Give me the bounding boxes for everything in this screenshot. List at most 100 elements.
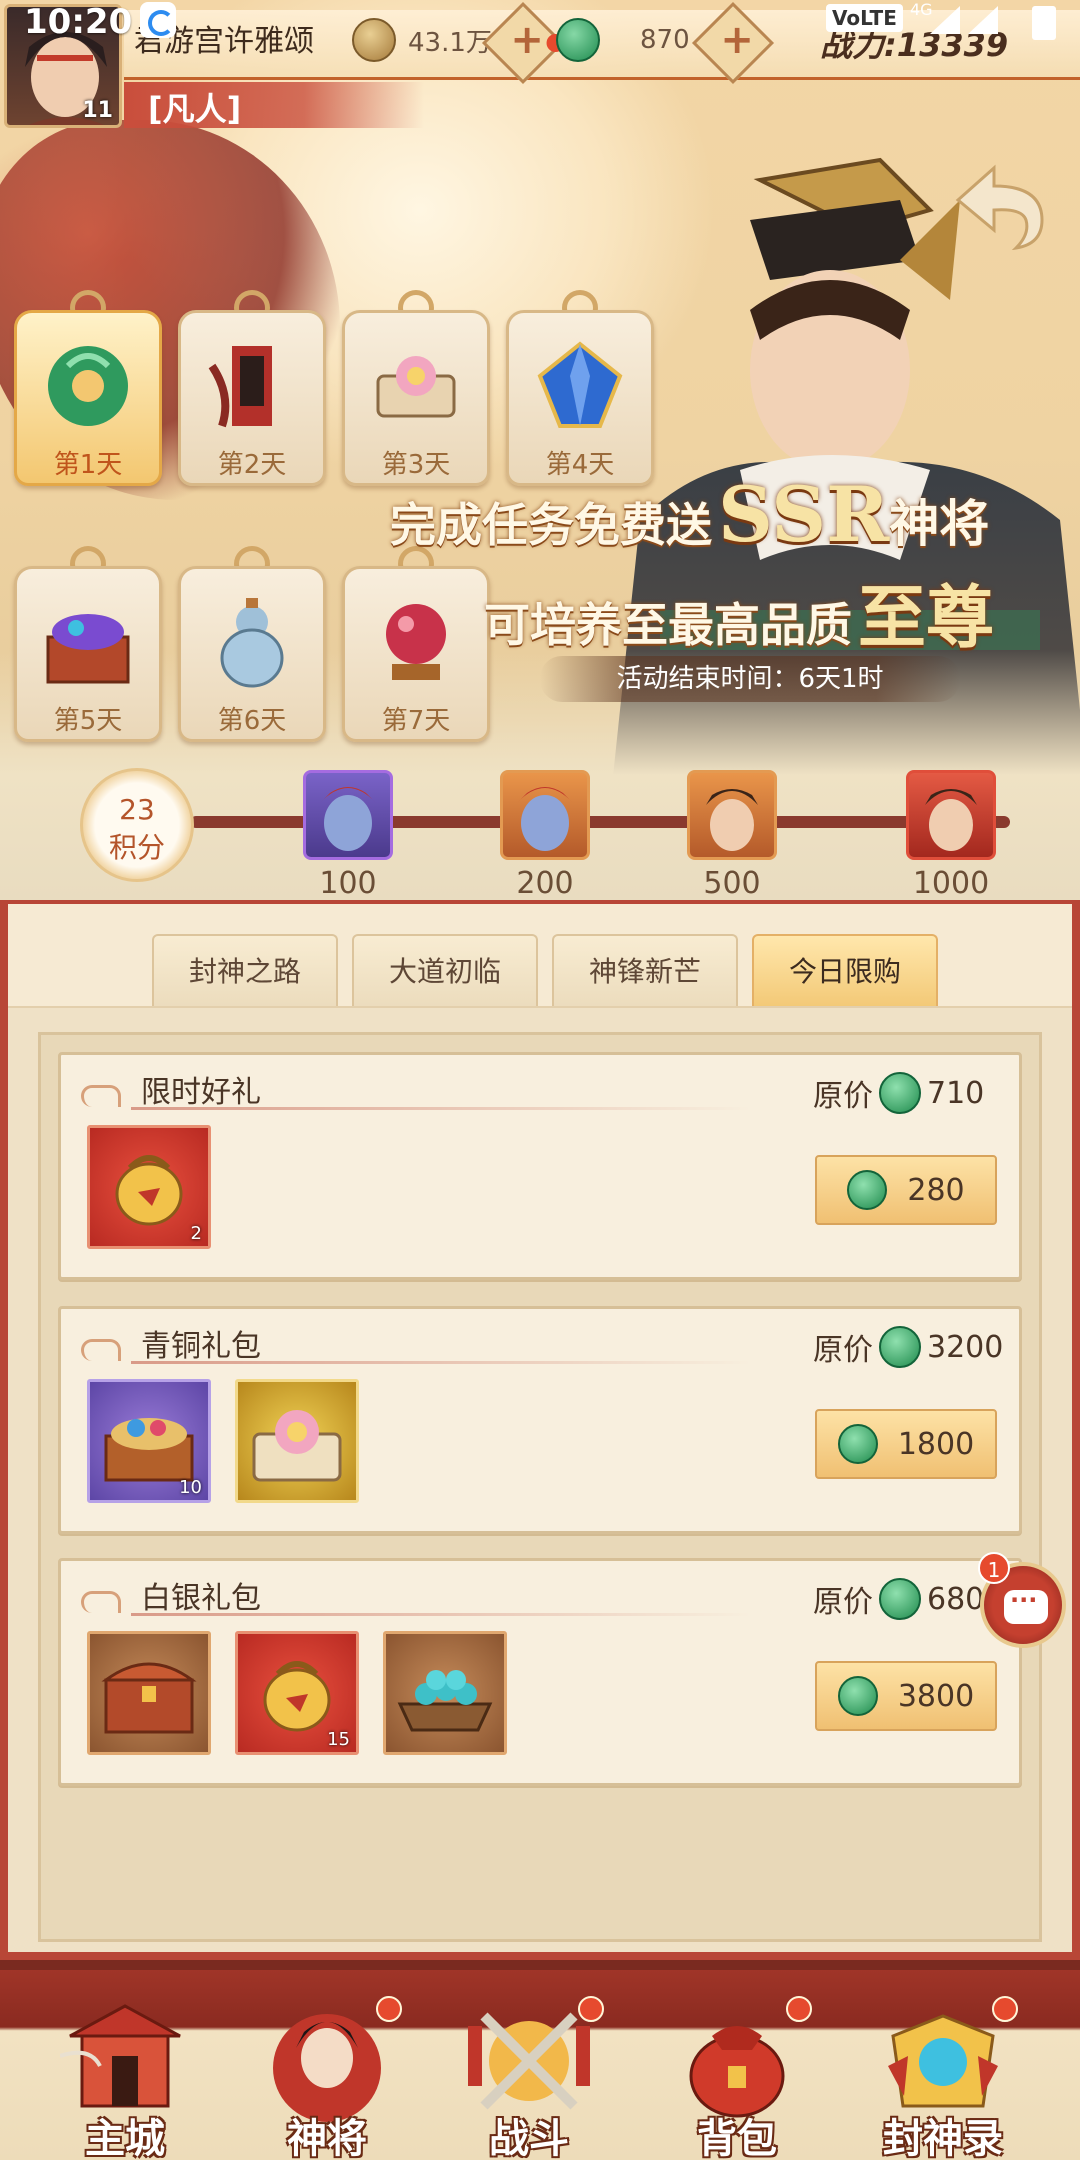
divider (131, 1107, 751, 1110)
rank-label: [凡人] (148, 90, 242, 128)
tab-fengshen-road[interactable]: 封神之路 (152, 934, 338, 1006)
day-card-6[interactable]: 第6天 (178, 546, 326, 742)
signal-icon (930, 6, 998, 34)
milestone-label: 1000 (912, 866, 990, 901)
score-value: 23 (119, 793, 155, 826)
pack-card-bronze: 青铜礼包 原价 3200 10 1800 (58, 1306, 1022, 1534)
buy-button[interactable]: 1800 (815, 1409, 997, 1479)
day-label: 第2天 (217, 450, 287, 480)
promo-highlight: SSR (718, 470, 890, 559)
item-count: 15 (327, 1729, 350, 1750)
original-price-value: 3200 (927, 1329, 1004, 1365)
day-card-5[interactable]: 第5天 (14, 546, 162, 742)
blue-gem-icon (537, 341, 623, 428)
original-price: 原价 710 (813, 1071, 984, 1115)
reward-item[interactable] (383, 1631, 507, 1755)
reward-item[interactable]: 10 (87, 1379, 211, 1503)
app-notification-icon (140, 2, 176, 38)
jade-icon (847, 1170, 888, 1210)
day-label: 第7天 (381, 706, 451, 736)
item-count: 2 (190, 1223, 202, 1244)
day-card-7[interactable]: 第7天 (342, 546, 490, 742)
player-level: 11 (82, 98, 113, 123)
demon-portrait-icon (320, 787, 376, 851)
day-label: 第6天 (217, 706, 287, 736)
promo-subheadline: 可培养至最高品质 至尊 (484, 562, 994, 661)
notification-dot (992, 1996, 1018, 2022)
buy-button[interactable]: 280 (815, 1155, 997, 1225)
original-price: 原价 680 (813, 1577, 984, 1621)
day-card-1[interactable]: 第1天 (14, 290, 162, 486)
jade-icon (879, 1072, 921, 1114)
nav-main-city[interactable]: 主城 (40, 1996, 210, 2160)
nav-battle[interactable]: 战斗 (444, 1996, 614, 2160)
nav-backpack[interactable]: 背包 (652, 1996, 822, 2160)
nav-heroes[interactable]: 神将 (242, 1996, 412, 2160)
gourd-vase-icon (220, 598, 284, 688)
promo-text: 神将 (889, 494, 990, 553)
reward-item[interactable]: 2 (87, 1125, 211, 1249)
tab-shenfeng-xinmang[interactable]: 神锋新芒 (552, 934, 738, 1006)
milestone-reward-1000[interactable] (906, 770, 996, 860)
promo-text: 可培养至最高品质 (484, 598, 852, 652)
reward-item[interactable] (87, 1631, 211, 1755)
original-price: 原价 3200 (813, 1325, 1003, 1369)
nav-label: 封神录 (883, 2115, 1003, 2160)
milestone-reward-200[interactable] (500, 770, 590, 860)
original-price-label: 原价 (813, 1079, 873, 1114)
nav-label: 背包 (697, 2115, 777, 2160)
lotus-scroll-icon (376, 356, 456, 418)
original-price-label: 原价 (813, 1333, 873, 1368)
original-price-label: 原价 (813, 1585, 873, 1620)
milestone-reward-500[interactable] (687, 770, 777, 860)
reward-item[interactable]: 15 (235, 1631, 359, 1755)
milestone-label: 100 (319, 866, 377, 901)
day-label: 第5天 (53, 706, 123, 736)
price-value: 1800 (897, 1426, 975, 1462)
day-card-2[interactable]: 第2天 (178, 290, 326, 486)
war-banner-icon (208, 346, 272, 428)
jade-icon (879, 1326, 921, 1368)
cloud-ornament-icon (81, 1339, 121, 1361)
chat-badge: 1 (978, 1552, 1010, 1584)
promo-text: 完成任务免费送 (390, 498, 712, 552)
pack-title: 白银礼包 (141, 1581, 261, 1616)
back-arrow-icon[interactable] (950, 160, 1050, 250)
pack-title: 青铜礼包 (141, 1329, 261, 1364)
buy-button[interactable]: 3800 (815, 1661, 997, 1731)
divider (131, 1361, 751, 1364)
jade-tray-icon (397, 1670, 493, 1732)
jade-icon (837, 1424, 878, 1464)
demon-portrait-icon (517, 787, 573, 851)
treasure-chest-icon (46, 614, 130, 684)
day-label: 第1天 (53, 450, 123, 480)
volte-icon: VoLTE (826, 4, 903, 32)
crystal-orb-icon (386, 604, 446, 680)
day-card-4[interactable]: 第4天 (506, 290, 654, 486)
chat-button[interactable]: 1 (978, 1552, 1066, 1648)
cloud-ornament-icon (81, 1085, 121, 1107)
item-count: 10 (179, 1477, 202, 1498)
notification-dot (786, 1996, 812, 2022)
original-price-value: 710 (927, 1075, 985, 1111)
price-value: 3800 (897, 1678, 975, 1714)
tab-dadao-chulin[interactable]: 大道初临 (352, 934, 538, 1006)
nav-fengshen-record[interactable]: 封神录 (858, 1996, 1028, 2160)
status-time: 10:20 (24, 2, 133, 42)
milestone-reward-100[interactable] (303, 770, 393, 860)
pack-card-limited-gift: 限时好礼 原价 710 2 280 (58, 1052, 1022, 1280)
notification-dot (578, 1996, 604, 2022)
lotus-scroll-icon (252, 1410, 342, 1482)
battery-icon (1032, 6, 1056, 40)
status-bar: 10:20 VoLTE 4G (0, 0, 1080, 46)
score-unit: 积分 (108, 831, 165, 864)
rank-banner: [凡人] (124, 82, 424, 128)
day-card-3[interactable]: 第3天 (342, 290, 490, 486)
pack-title: 限时好礼 (141, 1075, 261, 1110)
reward-item[interactable] (235, 1379, 359, 1503)
score-badge: 23 积分 (80, 768, 194, 882)
tab-daily-limited[interactable]: 今日限购 (752, 934, 938, 1006)
cloud-ornament-icon (81, 1591, 121, 1613)
event-end-time: 活动结束时间：6天1时 (540, 656, 960, 702)
milestone-label: 500 (703, 866, 761, 901)
